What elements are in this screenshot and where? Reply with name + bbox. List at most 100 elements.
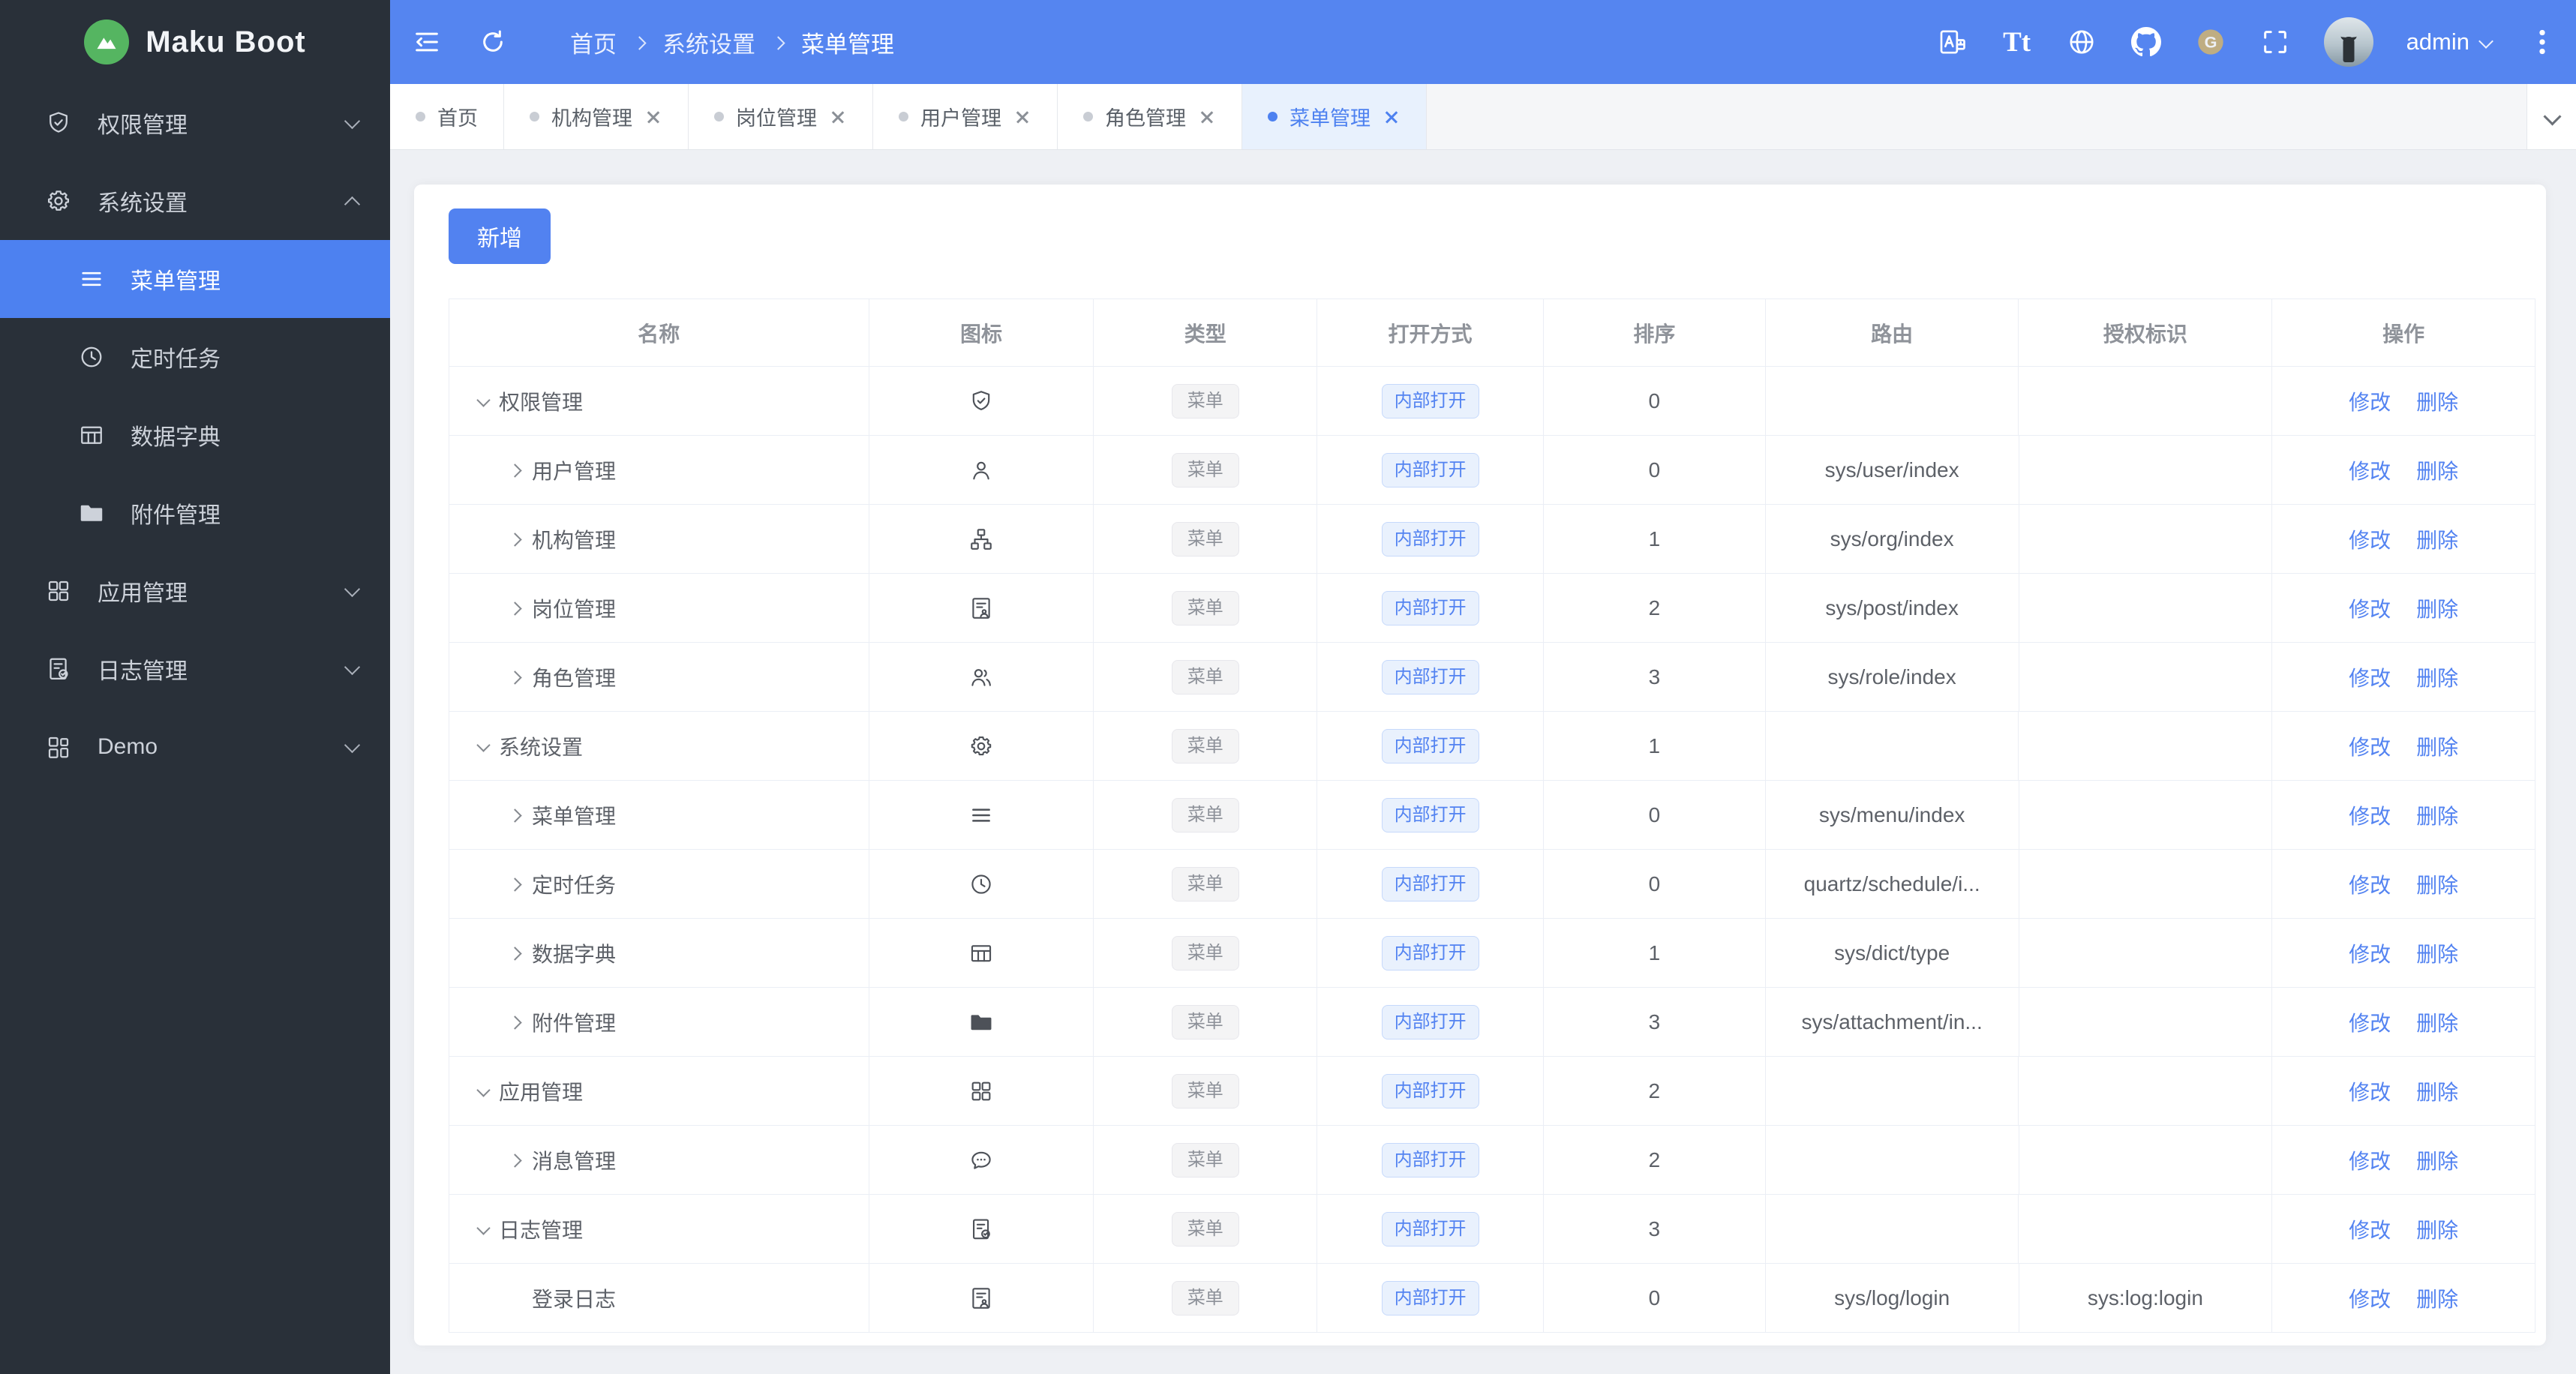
delete-link[interactable]: 删除 <box>2416 1076 2458 1106</box>
expand-arrow-icon[interactable] <box>503 1146 532 1174</box>
sort-value: 0 <box>1544 850 1766 918</box>
modify-link[interactable]: 修改 <box>2349 593 2391 623</box>
expand-arrow-icon[interactable] <box>503 525 532 554</box>
tab-user-management[interactable]: 用户管理 <box>873 84 1058 149</box>
expand-arrow-icon[interactable] <box>503 1008 532 1036</box>
modify-link[interactable]: 修改 <box>2349 455 2391 485</box>
expand-arrow-icon[interactable] <box>503 456 532 484</box>
refresh-icon[interactable] <box>477 26 509 58</box>
row-name: 菜单管理 <box>532 804 617 828</box>
modify-link[interactable]: 修改 <box>2349 1076 2391 1106</box>
modify-link[interactable]: 修改 <box>2349 524 2391 554</box>
add-button[interactable]: 新增 <box>449 208 551 264</box>
collapse-arrow-icon[interactable] <box>470 1215 499 1244</box>
collapse-arrow-icon[interactable] <box>470 732 499 760</box>
type-tag: 菜单 <box>1171 1073 1239 1108</box>
leaf-spacer <box>503 1284 532 1312</box>
expand-arrow-icon[interactable] <box>503 594 532 622</box>
sidebar-item-attachments[interactable]: 附件管理 <box>0 474 390 552</box>
delete-link[interactable]: 删除 <box>2416 1145 2458 1175</box>
delete-link[interactable]: 删除 <box>2416 455 2458 485</box>
font-size-icon[interactable]: Tt <box>2001 26 2033 58</box>
tab-dot-icon <box>899 112 908 122</box>
tab-menu-management[interactable]: 菜单管理 <box>1242 84 1427 149</box>
open-mode-tag: 内部打开 <box>1381 659 1479 694</box>
delete-link[interactable]: 删除 <box>2416 800 2458 830</box>
modify-link[interactable]: 修改 <box>2349 386 2391 416</box>
expand-arrow-icon[interactable] <box>503 663 532 692</box>
github-icon[interactable] <box>2130 26 2162 58</box>
expand-arrow-icon[interactable] <box>503 801 532 830</box>
user-menu[interactable]: admin <box>2406 28 2493 56</box>
open-mode-tag: 内部打开 <box>1381 521 1479 556</box>
tab-org-management[interactable]: 机构管理 <box>504 84 689 149</box>
modify-link[interactable]: 修改 <box>2349 1283 2391 1313</box>
modify-link[interactable]: 修改 <box>2349 1145 2391 1175</box>
close-tab-icon[interactable] <box>1198 108 1216 126</box>
modify-link[interactable]: 修改 <box>2349 938 2391 968</box>
delete-link[interactable]: 删除 <box>2416 524 2458 554</box>
delete-link[interactable]: 删除 <box>2416 1214 2458 1244</box>
gear-icon <box>45 188 72 214</box>
close-tab-icon[interactable] <box>1383 108 1401 126</box>
tab-post-management[interactable]: 岗位管理 <box>689 84 873 149</box>
breadcrumb-home[interactable]: 首页 <box>570 26 617 59</box>
type-tag: 菜单 <box>1171 383 1239 418</box>
collapse-sidebar-icon[interactable] <box>411 26 443 58</box>
delete-link[interactable]: 删除 <box>2416 731 2458 761</box>
tab-role-management[interactable]: 角色管理 <box>1058 84 1242 149</box>
modify-link[interactable]: 修改 <box>2349 1214 2391 1244</box>
sidebar-item-data-dictionary[interactable]: 数据字典 <box>0 396 390 474</box>
auth-value <box>2019 1057 2273 1125</box>
org-tree-icon <box>968 526 994 552</box>
delete-link[interactable]: 删除 <box>2416 1007 2458 1037</box>
close-tab-icon[interactable] <box>1013 108 1031 126</box>
modify-link[interactable]: 修改 <box>2349 869 2391 899</box>
delete-link[interactable]: 删除 <box>2416 1283 2458 1313</box>
delete-link[interactable]: 删除 <box>2416 869 2458 899</box>
fullscreen-icon[interactable] <box>2259 26 2291 58</box>
modify-link[interactable]: 修改 <box>2349 662 2391 692</box>
sidebar-item-menu-management[interactable]: 菜单管理 <box>0 240 390 318</box>
delete-link[interactable]: 删除 <box>2416 938 2458 968</box>
sidebar-item-system[interactable]: 系统设置 <box>0 162 390 240</box>
globe-icon[interactable] <box>2066 26 2097 58</box>
tab-list-dropdown[interactable] <box>2526 84 2576 149</box>
collapse-arrow-icon[interactable] <box>470 1077 499 1106</box>
sort-value: 0 <box>1544 781 1766 849</box>
sidebar-item-label: 菜单管理 <box>131 269 221 294</box>
modify-link[interactable]: 修改 <box>2349 1007 2391 1037</box>
delete-link[interactable]: 删除 <box>2416 593 2458 623</box>
close-tab-icon[interactable] <box>644 108 662 126</box>
sidebar-item-scheduled-tasks[interactable]: 定时任务 <box>0 318 390 396</box>
translate-icon[interactable] <box>1937 26 1968 58</box>
tab-home[interactable]: 首页 <box>390 84 504 149</box>
route-value: sys/role/index <box>1766 643 2019 711</box>
expand-arrow-icon[interactable] <box>503 870 532 898</box>
sort-value: 3 <box>1544 1195 1766 1263</box>
collapse-arrow-icon[interactable] <box>470 387 499 416</box>
sidebar-item-demo[interactable]: Demo <box>0 708 390 786</box>
close-tab-icon[interactable] <box>829 108 847 126</box>
type-tag: 菜单 <box>1171 452 1239 488</box>
sidebar-item-label: 日志管理 <box>98 659 188 684</box>
table-row: 岗位管理 菜单 内部打开 2 sys/post/index 修改 删除 <box>449 574 2535 643</box>
expand-arrow-icon[interactable] <box>503 939 532 968</box>
row-name: 定时任务 <box>532 873 617 897</box>
app-logo[interactable]: Maku Boot <box>0 0 390 84</box>
tab-label: 首页 <box>437 107 478 130</box>
delete-link[interactable]: 删除 <box>2416 386 2458 416</box>
user-avatar[interactable] <box>2323 17 2373 67</box>
column-header-type: 类型 <box>1094 299 1318 366</box>
table-row: 数据字典 菜单 内部打开 1 sys/dict/type 修改 删除 <box>449 919 2535 988</box>
breadcrumb-system-settings[interactable]: 系统设置 <box>662 26 755 59</box>
sidebar-item-logs[interactable]: 日志管理 <box>0 630 390 708</box>
table-row: 定时任务 菜单 内部打开 0 quartz/schedule/i... 修改 删除 <box>449 850 2535 919</box>
delete-link[interactable]: 删除 <box>2416 662 2458 692</box>
sidebar-item-applications[interactable]: 应用管理 <box>0 552 390 630</box>
modify-link[interactable]: 修改 <box>2349 800 2391 830</box>
kebab-menu-icon[interactable] <box>2526 26 2558 58</box>
modify-link[interactable]: 修改 <box>2349 731 2391 761</box>
gitee-icon[interactable]: G <box>2195 26 2226 58</box>
sidebar-item-permission[interactable]: 权限管理 <box>0 84 390 162</box>
